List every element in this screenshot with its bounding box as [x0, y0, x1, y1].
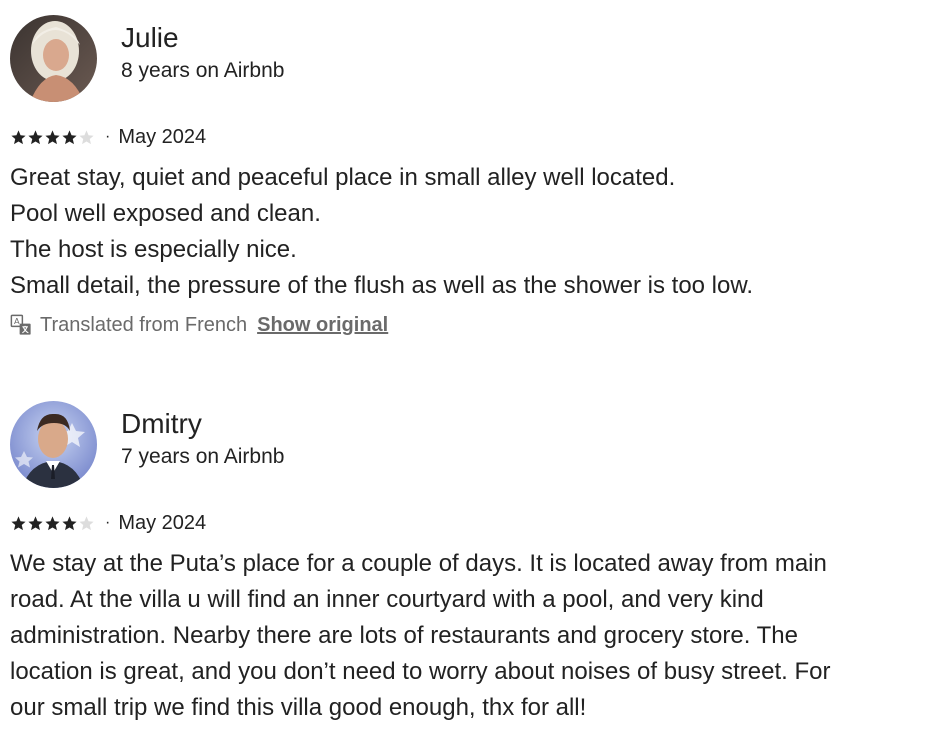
show-original-link[interactable]: Show original [257, 314, 388, 337]
star-icon [28, 129, 43, 144]
rating-date-row: · May 2024 [10, 124, 930, 150]
review-card-julie: Julie 8 years on Airbnb · May 2024 Great… [10, 14, 930, 340]
star-icon [11, 515, 26, 530]
svg-text:A: A [14, 316, 20, 326]
star-icon [11, 129, 26, 144]
separator-dot: · [105, 514, 111, 531]
star-icon [28, 515, 43, 530]
avatar[interactable] [10, 400, 97, 488]
reviewer-tenure: 7 years on Airbnb [121, 445, 285, 468]
translation-row: A Translated from French Show original [10, 310, 930, 340]
star-rating [10, 129, 95, 146]
reviewer-name: Julie [121, 22, 179, 53]
star-icon [79, 129, 94, 144]
separator-dot: · [105, 128, 111, 145]
star-icon [45, 515, 60, 530]
star-icon [62, 515, 77, 530]
review-card-dmitry: Dmitry 7 years on Airbnb · May 2024 We s… [10, 400, 930, 726]
avatar[interactable] [10, 14, 97, 102]
translate-icon: A [10, 314, 31, 335]
translated-note: Translated from French [40, 313, 248, 336]
star-rating [10, 515, 95, 532]
star-icon [45, 129, 60, 144]
reviewer-header: Julie 8 years on Airbnb [10, 14, 930, 102]
review-text: We stay at the Puta’s place for a couple… [10, 550, 831, 721]
star-icon [62, 129, 77, 144]
rating-date-row: · May 2024 [10, 510, 930, 536]
review-text: Great stay, quiet and peaceful place in … [10, 164, 754, 299]
reviewer-name: Dmitry [121, 408, 202, 439]
star-icon [79, 515, 94, 530]
reviewer-header: Dmitry 7 years on Airbnb [10, 400, 930, 488]
reviewer-tenure: 8 years on Airbnb [121, 59, 285, 82]
review-date: May 2024 [118, 125, 207, 148]
review-date: May 2024 [118, 511, 207, 534]
